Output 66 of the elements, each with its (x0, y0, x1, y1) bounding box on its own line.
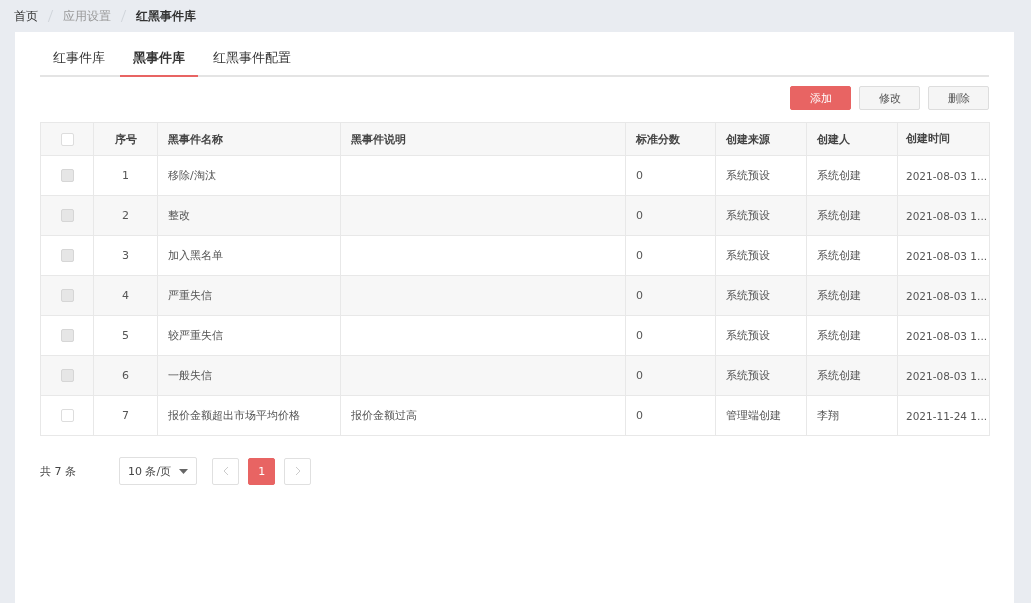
breadcrumb-item: 红黑事件库 (136, 7, 196, 25)
table-cell: 系统预设 (726, 209, 770, 222)
table-cell: 0 (636, 209, 643, 222)
table-cell: 一般失信 (168, 369, 212, 382)
previous-page-button[interactable] (212, 457, 240, 485)
table-cell: 系统创建 (817, 249, 861, 262)
table-cell: 7 (122, 409, 129, 422)
table-cell: 2021-11-24 1... (906, 409, 988, 422)
table-cell: 系统创建 (817, 369, 861, 382)
table-cell: 李翔 (817, 409, 839, 422)
table-cell: 系统预设 (726, 329, 770, 342)
table-cell: 0 (636, 329, 643, 342)
table-cell: 系统预设 (726, 289, 770, 302)
table-cell: 0 (636, 289, 643, 302)
table-cell: 系统创建 (817, 209, 861, 222)
table-cell: 系统创建 (817, 289, 861, 302)
table-cell: 2021-08-03 1... (906, 169, 988, 182)
table-cell: 系统预设 (726, 169, 770, 182)
table-cell: 2021-08-03 1... (906, 369, 988, 382)
table-cell: 0 (636, 369, 643, 382)
table-cell: 6 (122, 369, 129, 382)
select-all-checkbox[interactable] (60, 132, 74, 146)
table-cell: 0 (636, 409, 643, 422)
table-cell: 系统创建 (817, 329, 861, 342)
toolbar-button[interactable]: 删除 (928, 86, 989, 110)
table-cell: 2021-08-03 1... (906, 329, 988, 342)
tab[interactable]: 黑事件库 (120, 50, 198, 77)
column-header: 黑事件名称 (168, 132, 223, 146)
table-cell: 管理端创建 (726, 409, 781, 422)
table-cell: 较严重失信 (168, 329, 223, 342)
table-cell: 5 (122, 329, 129, 342)
column-header: 创建人 (817, 132, 850, 146)
table-cell: 系统预设 (726, 369, 770, 382)
table-cell: 系统预设 (726, 249, 770, 262)
table-cell: 3 (122, 249, 129, 262)
tab[interactable]: 红黑事件配置 (200, 50, 304, 77)
table-cell: 严重失信 (168, 289, 212, 302)
breadcrumb-item[interactable]: 首页 (14, 7, 38, 25)
next-page-button[interactable] (284, 457, 312, 485)
table-cell: 1 (122, 169, 129, 182)
table-cell: 移除/淘汰 (168, 169, 216, 182)
column-header: 序号 (114, 132, 137, 146)
total-count: 共 7 条 (40, 463, 77, 479)
column-header: 创建来源 (726, 132, 770, 146)
caret-icon (179, 468, 189, 474)
table-cell: 2021-08-03 1... (906, 209, 988, 222)
table-cell: 0 (636, 249, 643, 262)
table-cell: 加入黑名单 (168, 249, 223, 262)
table-cell: 0 (636, 169, 643, 182)
column-header: 黑事件说明 (351, 132, 406, 146)
table-cell: 报价金额过高 (351, 409, 417, 422)
table-cell: 4 (122, 289, 129, 302)
chevron-left-icon (222, 466, 229, 476)
table-cell: 系统创建 (817, 169, 861, 182)
table-cell: 报价金额超出市场平均价格 (168, 409, 300, 422)
toolbar-button[interactable]: 修改 (859, 86, 920, 110)
tab[interactable]: 红事件库 (40, 50, 118, 77)
table-cell: 2021-08-03 1... (906, 289, 988, 302)
chevron-right-icon (294, 466, 301, 476)
row-checkbox[interactable] (60, 409, 74, 423)
column-header: 创建时间 (906, 132, 950, 144)
column-header: 标准分数 (636, 132, 680, 146)
page-size-select[interactable]: 10 条/页 (119, 457, 198, 485)
table-cell: 2 (122, 209, 129, 222)
table-cell: 2021-08-03 1... (906, 249, 988, 262)
table-cell: 整改 (168, 209, 190, 222)
